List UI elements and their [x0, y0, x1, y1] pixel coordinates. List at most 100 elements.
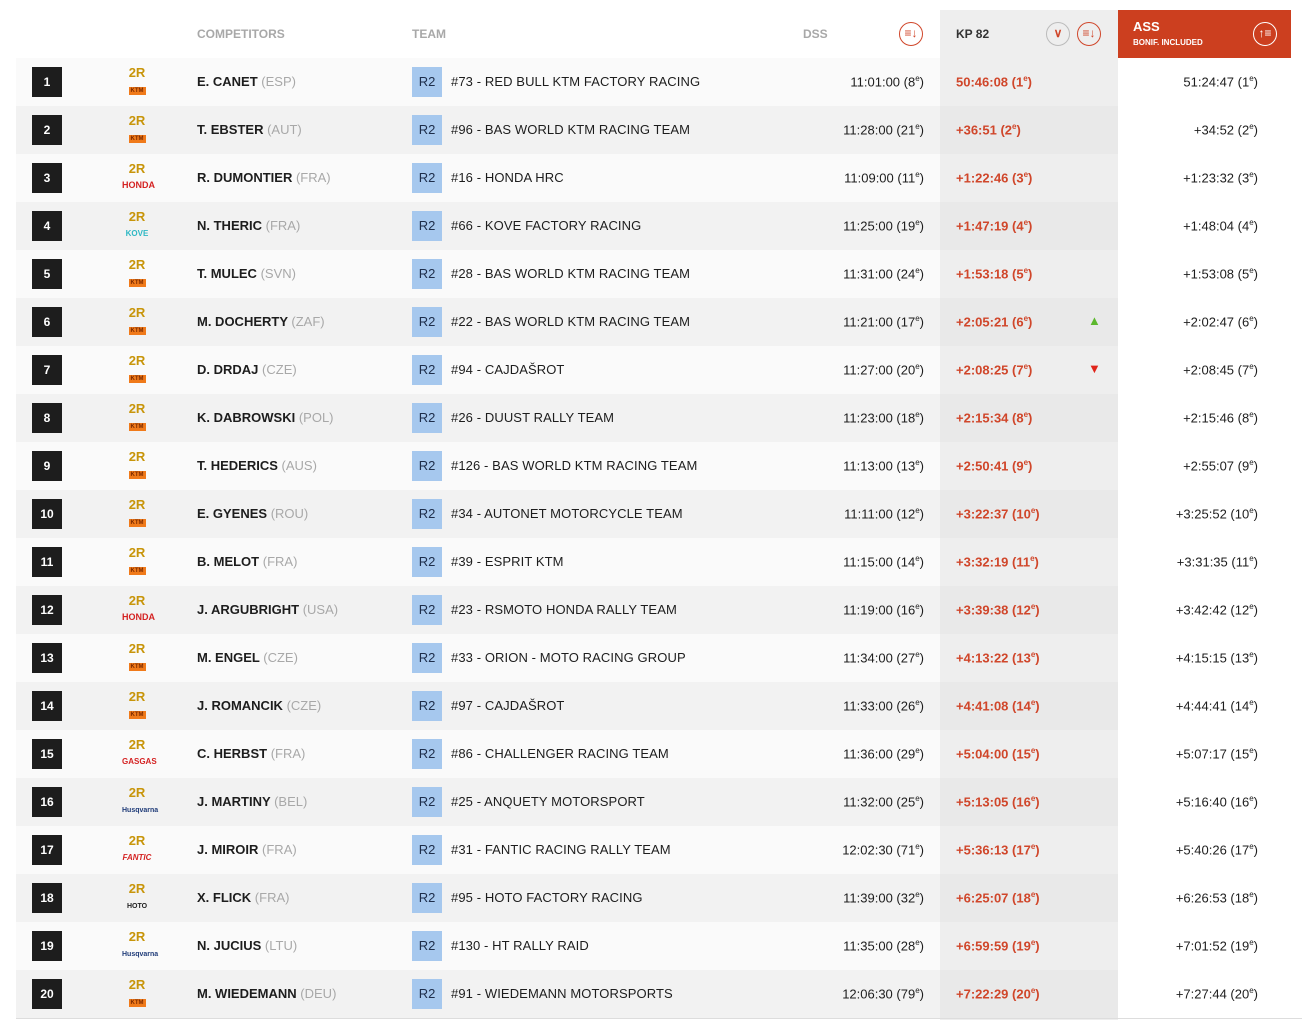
competitor-name[interactable]: J. MARTINY (BEL): [197, 794, 307, 809]
table-row[interactable]: 6 2R KTM M. DOCHERTY (ZAF) R2 #22 - BAS W…: [16, 298, 1302, 346]
ordinal: e: [915, 266, 920, 275]
driver-name[interactable]: B. MELOT: [197, 554, 259, 569]
category-badge: R2: [412, 595, 442, 625]
competitor-name[interactable]: E. GYENES (ROU): [197, 506, 308, 521]
category-2r-icon: 2R: [128, 497, 146, 512]
ass-time: +2:08:45 (7e): [1183, 362, 1258, 378]
table-row[interactable]: 18 2R HOTO X. FLICK (FRA) R2 #95 - HOTO F…: [16, 874, 1302, 922]
competitor-name[interactable]: C. HERBST (FRA): [197, 746, 305, 761]
driver-name[interactable]: J. MIROIR: [197, 842, 258, 857]
competitor-name[interactable]: T. HEDERICS (AUS): [197, 458, 317, 473]
chevron-down-icon[interactable]: ∨: [1046, 22, 1070, 46]
brand-name: HOTO: [126, 903, 148, 910]
table-row[interactable]: 2 2R KTM T. EBSTER (AUT) R2 #96 - BAS WOR…: [16, 106, 1302, 154]
dss-value: 12:06:30 (79: [842, 986, 916, 1002]
driver-name[interactable]: N. JUCIUS: [197, 938, 261, 953]
header-dss: DSS: [803, 27, 828, 41]
competitor-name[interactable]: B. MELOT (FRA): [197, 554, 297, 569]
table-row[interactable]: 3 2R HONDA R. DUMONTIER (FRA) R2 #16 - HO…: [16, 154, 1302, 202]
category-badge: R2: [412, 547, 442, 577]
driver-name[interactable]: D. DRDAJ: [197, 362, 258, 377]
table-row[interactable]: 8 2R KTM K. DABROWSKI (POL) R2 #26 - DUUS…: [16, 394, 1302, 442]
table-row[interactable]: 20 2R KTM M. WIEDEMANN (DEU) R2 #91 - WIE…: [16, 970, 1302, 1018]
ass-time: +5:16:40 (16e): [1175, 794, 1258, 810]
category-2r-icon: 2R: [128, 929, 146, 944]
competitor-name[interactable]: J. ROMANCIK (CZE): [197, 698, 321, 713]
kp-value: +5:04:00 (15: [956, 746, 1031, 762]
competitor-name[interactable]: R. DUMONTIER (FRA): [197, 170, 331, 185]
table-row[interactable]: 12 2R HONDA J. ARGUBRIGHT (USA) R2 #23 - …: [16, 586, 1302, 634]
kp-time: +2:15:34 (8e): [956, 410, 1033, 426]
ordinal: e: [1030, 698, 1036, 707]
table-row[interactable]: 1 2R KTM E. CANET (ESP) R2 #73 - RED BULL…: [16, 58, 1302, 106]
driver-name[interactable]: T. EBSTER: [197, 122, 263, 137]
nationality: (FRA): [254, 890, 290, 905]
ass-sort-icon[interactable]: ↑≡: [1253, 22, 1277, 46]
driver-name[interactable]: M. DOCHERTY: [197, 314, 288, 329]
kp-value: +5:13:05 (16: [956, 794, 1031, 810]
competitor-name[interactable]: E. CANET (ESP): [197, 74, 296, 89]
driver-name[interactable]: T. HEDERICS: [197, 458, 278, 473]
driver-name[interactable]: X. FLICK: [197, 890, 251, 905]
table-row[interactable]: 10 2R KTM E. GYENES (ROU) R2 #34 - AUTONE…: [16, 490, 1302, 538]
table-row[interactable]: 14 2R KTM J. ROMANCIK (CZE) R2 #97 - CAJD…: [16, 682, 1302, 730]
nationality: (POL): [298, 410, 334, 425]
dss-time: 11:15:00 (14e): [843, 554, 924, 570]
competitor-name[interactable]: X. FLICK (FRA): [197, 890, 289, 905]
competitor-name[interactable]: N. THERIC (FRA): [197, 218, 300, 233]
team-name: #94 - CAJDAŠROT: [451, 362, 565, 377]
table-row[interactable]: 9 2R KTM T. HEDERICS (AUS) R2 #126 - BAS …: [16, 442, 1302, 490]
team-name: #22 - BAS WORLD KTM RACING TEAM: [451, 314, 691, 329]
table-row[interactable]: 15 2R GASGAS C. HERBST (FRA) R2 #86 - CHA…: [16, 730, 1302, 778]
driver-name[interactable]: J. ARGUBRIGHT: [197, 602, 299, 617]
driver-name[interactable]: E. GYENES: [197, 506, 267, 521]
nationality: (CZE): [262, 362, 297, 377]
competitor-name[interactable]: D. DRDAJ (CZE): [197, 362, 297, 377]
competitor-name[interactable]: M. WIEDEMANN (DEU): [197, 986, 336, 1001]
brand-logo: 2R KTM: [120, 642, 154, 671]
competitor-name[interactable]: N. JUCIUS (LTU): [197, 938, 297, 953]
driver-name[interactable]: K. DABROWSKI: [197, 410, 295, 425]
category-badge: R2: [412, 307, 442, 337]
driver-name[interactable]: R. DUMONTIER: [197, 170, 292, 185]
driver-name[interactable]: N. THERIC: [197, 218, 262, 233]
table-row[interactable]: 17 2R FANTIC J. MIROIR (FRA) R2 #31 - FAN…: [16, 826, 1302, 874]
ass-header[interactable]: ASS BONIF. INCLUDED ↑≡: [1118, 10, 1291, 58]
table-row[interactable]: 7 2R KTM D. DRDAJ (CZE) R2 #94 - CAJDAŠRO…: [16, 346, 1302, 394]
table-row[interactable]: 5 2R KTM T. MULEC (SVN) R2 #28 - BAS WORL…: [16, 250, 1302, 298]
driver-name[interactable]: E. CANET: [197, 74, 258, 89]
brand-logo: 2R Husqvarna: [120, 929, 158, 959]
table-row[interactable]: 4 2R KOVE N. THERIC (FRA) R2 #66 - KOVE F…: [16, 202, 1302, 250]
driver-name[interactable]: C. HERBST: [197, 746, 267, 761]
team-name: #34 - AUTONET MOTORCYCLE TEAM: [451, 506, 683, 521]
ordinal: e: [1012, 122, 1017, 131]
competitor-name[interactable]: J. ARGUBRIGHT (USA): [197, 602, 338, 617]
competitor-name[interactable]: T. MULEC (SVN): [197, 266, 296, 281]
competitor-name[interactable]: T. EBSTER (AUT): [197, 122, 302, 137]
competitor-name[interactable]: J. MIROIR (FRA): [197, 842, 297, 857]
driver-name[interactable]: M. WIEDEMANN: [197, 986, 297, 1001]
competitor-name[interactable]: M. ENGEL (CZE): [197, 650, 298, 665]
competitor-name[interactable]: M. DOCHERTY (ZAF): [197, 314, 325, 329]
driver-name[interactable]: J. ROMANCIK: [197, 698, 283, 713]
brand-name: KOVE: [125, 229, 149, 238]
brand-name: KTM: [128, 87, 146, 95]
nationality: (FRA): [262, 554, 298, 569]
ordinal: e: [1030, 554, 1035, 563]
table-row[interactable]: 16 2R Husqvarna J. MARTINY (BEL) R2 #25 -…: [16, 778, 1302, 826]
dss-sort-icon[interactable]: ≡↓: [899, 22, 923, 46]
team-name: #91 - WIEDEMANN MOTORSPORTS: [451, 986, 673, 1001]
kp-time: +2:05:21 (6e): [956, 314, 1033, 330]
kp-value: +3:22:37 (10: [956, 506, 1031, 522]
dss-value: 11:21:00 (17: [843, 314, 916, 330]
ordinal: e: [915, 842, 920, 851]
ordinal: e: [1249, 986, 1254, 995]
kp-sort-icon[interactable]: ≡↓: [1077, 22, 1101, 46]
driver-name[interactable]: J. MARTINY: [197, 794, 270, 809]
competitor-name[interactable]: K. DABROWSKI (POL): [197, 410, 334, 425]
driver-name[interactable]: M. ENGEL: [197, 650, 260, 665]
table-row[interactable]: 19 2R Husqvarna N. JUCIUS (LTU) R2 #130 -…: [16, 922, 1302, 970]
driver-name[interactable]: T. MULEC: [197, 266, 257, 281]
table-row[interactable]: 13 2R KTM M. ENGEL (CZE) R2 #33 - ORION -…: [16, 634, 1302, 682]
table-row[interactable]: 11 2R KTM B. MELOT (FRA) R2 #39 - ESPRIT …: [16, 538, 1302, 586]
